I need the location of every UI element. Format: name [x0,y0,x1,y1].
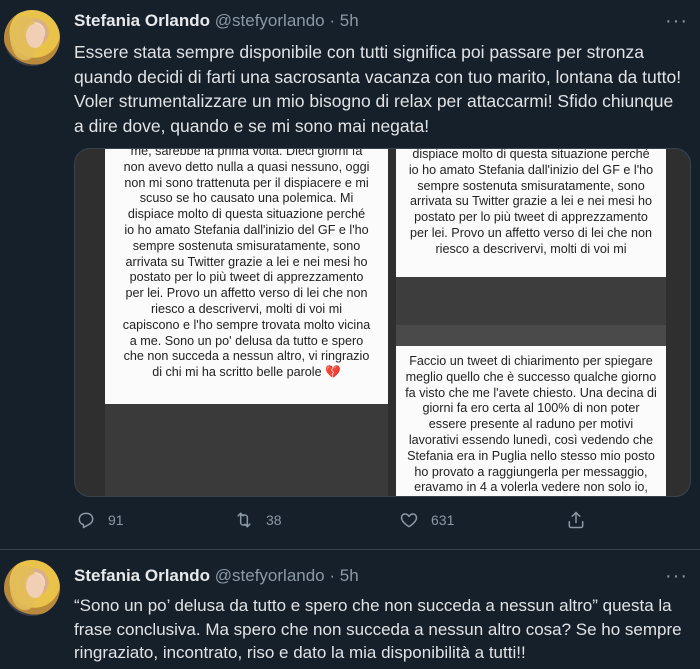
screenshot-right-bottom[interactable]: Faccio un tweet di chiarimento per spieg… [396,346,666,496]
username-handle[interactable]: @stefyorlando [215,11,325,30]
more-icon[interactable]: ··· [665,565,688,588]
retweet-button[interactable]: 38 [234,510,282,530]
more-icon[interactable]: ··· [665,10,688,33]
separator-dot: · [329,11,336,30]
timestamp[interactable]: 5h [340,11,359,30]
tweet-text: Essere stata sempre disponibile con tutt… [74,42,682,136]
screenshot-right-redacted [396,277,666,325]
broken-heart-emoji: 💔 [325,365,341,380]
tweet-text: “Sono un po’ delusa da tutto e spero che… [74,596,682,662]
reply-icon [78,512,94,529]
retweet-icon [237,512,251,528]
screenshot-right-top[interactable]: dispiace molto di questa situazione perc… [396,149,666,277]
separator-dot: · [329,566,336,585]
screenshot-right-redacted-strip [396,325,666,346]
screenshot-left-text: me, sarebbe la prima volta. Dieci giorni… [105,149,388,381]
display-name[interactable]: Stefania Orlando [74,566,210,585]
tweet-media[interactable]: me, sarebbe la prima volta. Dieci giorni… [74,148,691,497]
like-count: 631 [431,512,455,528]
heart-icon [400,513,418,528]
tweet-divider [0,549,700,550]
share-button[interactable] [566,510,586,530]
reply-button[interactable]: 91 [76,510,124,530]
tweet-header: Stefania Orlando @stefyorlando · 5h [74,11,359,31]
display-name[interactable]: Stefania Orlando [74,11,210,30]
username-handle[interactable]: @stefyorlando [215,566,325,585]
tweet[interactable]: Stefania Orlando @stefyorlando · 5h ··· … [0,0,700,548]
screenshot-right-bottom-text: Faccio un tweet di chiarimento per spieg… [405,354,657,495]
avatar-face [26,574,44,598]
like-button[interactable]: 631 [399,510,454,530]
screenshot-left-body: me, sarebbe la prima volta. Dieci giorni… [122,149,371,380]
avatar-face [26,24,44,48]
media-image-left[interactable]: me, sarebbe la prima volta. Dieci giorni… [105,149,388,496]
tweet-header: Stefania Orlando @stefyorlando · 5h [74,566,359,586]
reply-count: 91 [108,512,124,528]
avatar[interactable] [4,10,60,66]
screenshot-right-top-text: dispiace molto di questa situazione perc… [408,149,654,256]
screenshot-left: me, sarebbe la prima volta. Dieci giorni… [105,149,388,404]
share-icon [568,511,584,529]
tweet-actions: 91 38 631 [74,510,634,536]
retweet-count: 38 [266,512,282,528]
timestamp[interactable]: 5h [340,566,359,585]
tweet[interactable]: Stefania Orlando @stefyorlando · 5h ··· … [0,556,700,669]
avatar[interactable] [4,560,60,616]
